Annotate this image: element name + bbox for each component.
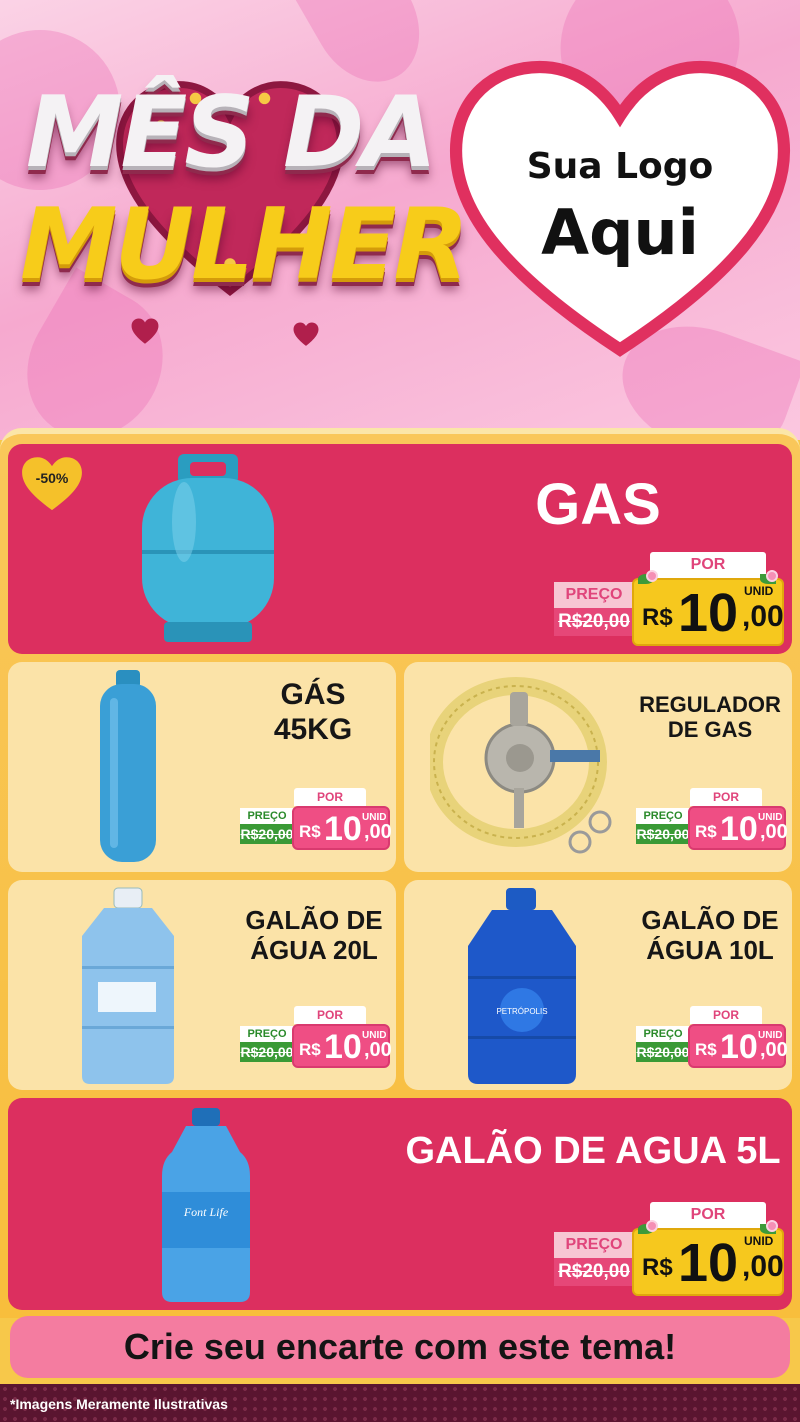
water-jug-20l-image bbox=[82, 887, 174, 1084]
preco-label: PREÇO bbox=[240, 1026, 294, 1042]
product-name-line1: GALÃO DE bbox=[245, 905, 383, 935]
currency: R$ bbox=[695, 822, 717, 841]
header-banner: MÊS DA MULHER Sua Logo Aqui bbox=[0, 0, 800, 440]
price-decimal: ,00 bbox=[760, 1039, 788, 1061]
discount-badge: -50% bbox=[20, 456, 84, 512]
preco-label: PREÇO bbox=[636, 808, 690, 824]
product-card-gas-45kg[interactable]: GÁS 45KG POR PREÇO R$20,00 R$ 10 ,00 UNI… bbox=[8, 662, 396, 872]
price-integer: 10 bbox=[678, 583, 739, 643]
por-label: POR bbox=[294, 788, 366, 806]
flower-decoration bbox=[646, 570, 658, 582]
currency: R$ bbox=[299, 1040, 321, 1059]
currency: R$ bbox=[642, 604, 673, 631]
product-name: GALÃO DE AGUA 5L bbox=[405, 1130, 781, 1172]
flower-decoration bbox=[766, 1220, 778, 1232]
currency: R$ bbox=[299, 822, 321, 841]
currency: R$ bbox=[695, 1040, 717, 1059]
price-tag: POR PREÇO R$20,00 R$ 10 ,00 UNID bbox=[554, 1202, 786, 1298]
bottle-brand-label: PETRÓPOLIS bbox=[496, 1007, 547, 1016]
unit-label: UNID bbox=[744, 584, 774, 598]
old-price: R$20,00 bbox=[240, 824, 294, 844]
product-name-line1: REGULADOR bbox=[639, 692, 781, 717]
price-integer: 10 bbox=[720, 810, 758, 848]
unit-label: UNID bbox=[758, 1030, 783, 1041]
price-integer: 10 bbox=[324, 1028, 362, 1066]
product-name-line2: DE GAS bbox=[667, 717, 753, 743]
price-decimal: ,00 bbox=[364, 1039, 392, 1061]
product-name-line2: 45KG bbox=[273, 712, 353, 746]
price-tag: POR PREÇO R$20,00 R$ 10 ,00 UNID bbox=[554, 552, 786, 648]
old-price: R$20,00 bbox=[554, 1258, 634, 1286]
bottle-brand-label: Font Life bbox=[183, 1205, 229, 1219]
por-label: POR bbox=[650, 1202, 766, 1228]
logo-placeholder-line1: Sua Logo bbox=[526, 146, 714, 187]
price-tag: POR PREÇO R$20,00 R$ 10 ,00 UNID bbox=[240, 1006, 392, 1068]
logo-placeholder-line2: Aqui bbox=[541, 196, 699, 269]
currency: R$ bbox=[642, 1254, 673, 1281]
title-line-2: MULHER bbox=[20, 188, 469, 302]
water-bottle-5l-image: Font Life bbox=[162, 1108, 250, 1302]
product-card-gas[interactable]: -50% GAS POR PREÇO R$20,00 R$ 10 ,00 UNI… bbox=[8, 444, 792, 654]
cta-button[interactable]: Crie seu encarte com este tema! bbox=[10, 1316, 790, 1378]
por-label: POR bbox=[650, 552, 766, 578]
product-name-line2: ÁGUA 20L bbox=[250, 934, 378, 965]
old-price: R$20,00 bbox=[554, 608, 634, 636]
price-decimal: ,00 bbox=[364, 821, 392, 843]
water-jug-10l-image: PETRÓPOLIS bbox=[468, 888, 576, 1084]
price-tag: POR PREÇO R$20,00 R$ 10 ,00 UNID bbox=[240, 788, 392, 850]
price-decimal: ,00 bbox=[742, 600, 784, 633]
title-line-1: MÊS DA bbox=[25, 76, 437, 190]
price-integer: 10 bbox=[324, 810, 362, 848]
preco-label: PREÇO bbox=[554, 582, 634, 608]
product-name-line1: GALÃO DE bbox=[641, 905, 779, 935]
flower-decoration bbox=[766, 570, 778, 582]
por-label: POR bbox=[690, 788, 762, 806]
unit-label: UNID bbox=[362, 812, 387, 823]
price-integer: 10 bbox=[678, 1233, 739, 1293]
por-label: POR bbox=[690, 1006, 762, 1024]
unit-label: UNID bbox=[744, 1234, 774, 1248]
product-card-galao-5l[interactable]: Font Life GALÃO DE AGUA 5L POR PREÇO R$2… bbox=[8, 1098, 792, 1310]
discount-badge-text: -50% bbox=[35, 470, 69, 486]
campaign-title: MÊS DA MULHER bbox=[20, 60, 469, 380]
unit-label: UNID bbox=[362, 1030, 387, 1041]
old-price: R$20,00 bbox=[636, 824, 690, 844]
product-name: GAS bbox=[535, 472, 661, 537]
product-card-regulador[interactable]: REGULADOR DE GAS POR PREÇO R$20,00 R$ 10… bbox=[404, 662, 792, 872]
old-price: R$20,00 bbox=[240, 1042, 294, 1062]
product-name-line2: ÁGUA 10L bbox=[646, 934, 774, 965]
price-tag: POR PREÇO R$20,00 R$ 10 ,00 UNID bbox=[636, 788, 788, 850]
gas-regulator-image bbox=[430, 677, 612, 854]
product-grid: -50% GAS POR PREÇO R$20,00 R$ 10 ,00 UNI… bbox=[0, 428, 800, 1318]
price-decimal: ,00 bbox=[742, 1250, 784, 1283]
unit-label: UNID bbox=[758, 812, 783, 823]
product-name-line1: GÁS bbox=[280, 678, 346, 711]
preco-label: PREÇO bbox=[240, 808, 294, 824]
flower-decoration bbox=[646, 1220, 658, 1232]
tall-gas-cylinder-image bbox=[100, 670, 156, 862]
old-price: R$20,00 bbox=[636, 1042, 690, 1062]
product-name: GÁS 45KG bbox=[248, 678, 378, 747]
product-name: GALÃO DE ÁGUA 10L bbox=[636, 905, 784, 966]
price-tag: POR PREÇO R$20,00 R$ 10 ,00 UNID bbox=[636, 1006, 788, 1068]
gas-cylinder-image bbox=[142, 454, 274, 642]
preco-label: PREÇO bbox=[636, 1026, 690, 1042]
preco-label: PREÇO bbox=[554, 1232, 634, 1258]
product-card-galao-10l[interactable]: PETRÓPOLIS GALÃO DE ÁGUA 10L POR PREÇO R… bbox=[404, 880, 792, 1090]
product-name: REGULADOR DE GAS bbox=[632, 692, 788, 743]
product-card-galao-20l[interactable]: GALÃO DE ÁGUA 20L POR PREÇO R$20,00 R$ 1… bbox=[8, 880, 396, 1090]
price-decimal: ,00 bbox=[760, 821, 788, 843]
product-name: GALÃO DE ÁGUA 20L bbox=[240, 905, 388, 966]
small-heart-icon bbox=[293, 322, 319, 346]
por-label: POR bbox=[294, 1006, 366, 1024]
price-integer: 10 bbox=[720, 1028, 758, 1066]
disclaimer-text: *Imagens Meramente Ilustrativas bbox=[10, 1396, 228, 1412]
small-heart-icon bbox=[131, 318, 159, 344]
